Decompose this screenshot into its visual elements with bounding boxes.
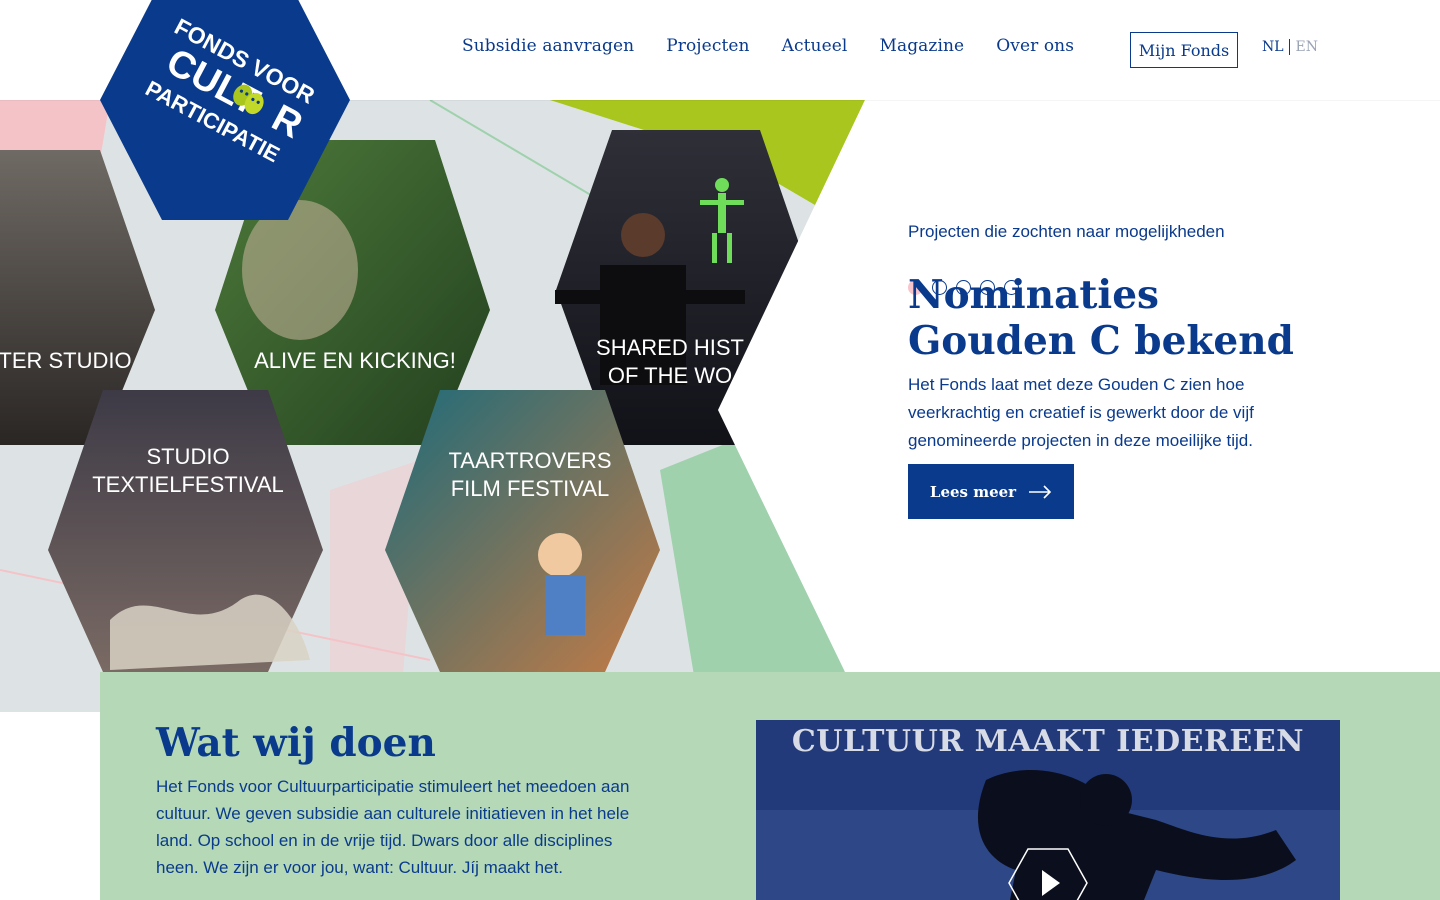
tile-label-2: ALIVE EN KICKING! bbox=[254, 348, 456, 373]
hero-kicker: Projecten die zochten naar mogelijkheden bbox=[908, 222, 1225, 241]
video-title: CULTUUR MAAKT IEDEREEN bbox=[791, 724, 1305, 759]
tile-label-4b: TEXTIELFESTIVAL bbox=[92, 472, 284, 497]
about-text: Het Fonds voor Cultuurparticipatie stimu… bbox=[156, 777, 630, 877]
tile-label-3b: OF THE WO bbox=[608, 363, 732, 388]
tile-label-5b: FILM FESTIVAL bbox=[451, 476, 610, 501]
hero-description: Het Fonds laat met deze Gouden C zien ho… bbox=[908, 375, 1254, 450]
main-nav: Subsidie aanvragen Projecten Actueel Mag… bbox=[462, 36, 1106, 56]
nav-projecten[interactable]: Projecten bbox=[666, 36, 749, 56]
arrow-right-icon bbox=[1029, 484, 1052, 499]
nav-magazine[interactable]: Magazine bbox=[879, 36, 964, 56]
video-player[interactable]: CULTUUR MAAKT IEDEREEN bbox=[756, 720, 1340, 900]
lees-meer-button[interactable]: Lees meer bbox=[908, 464, 1074, 519]
tile-label-1: TER STUDIO bbox=[0, 348, 132, 373]
nav-over-ons[interactable]: Over ons bbox=[996, 36, 1074, 56]
nav-actueel[interactable]: Actueel bbox=[782, 36, 848, 56]
about-section: Wat wij doen Het Fonds voor Cultuurparti… bbox=[100, 672, 1440, 900]
lees-meer-label: Lees meer bbox=[929, 482, 1017, 501]
lang-divider bbox=[1288, 39, 1290, 55]
play-icon[interactable] bbox=[1008, 848, 1088, 900]
hero-title: Nominaties Gouden C bekend bbox=[908, 272, 1294, 364]
tile-label-4a: STUDIO bbox=[146, 444, 229, 469]
tile-label-3a: SHARED HIST bbox=[596, 335, 744, 360]
tile-label-5a: TAARTROVERS bbox=[449, 448, 612, 473]
site-logo[interactable]: FONDS VOOR CULT R PARTICIPATIE bbox=[100, 0, 350, 220]
project-tile-taartrovers[interactable] bbox=[385, 390, 660, 672]
about-title: Wat wij doen bbox=[156, 720, 436, 766]
nav-subsidie[interactable]: Subsidie aanvragen bbox=[462, 36, 634, 56]
mijn-fonds-button[interactable]: Mijn Fonds bbox=[1130, 32, 1238, 68]
language-switch: NL EN bbox=[1262, 39, 1318, 55]
lang-en-link[interactable]: EN bbox=[1296, 39, 1318, 55]
lang-nl-link[interactable]: NL bbox=[1262, 39, 1284, 55]
